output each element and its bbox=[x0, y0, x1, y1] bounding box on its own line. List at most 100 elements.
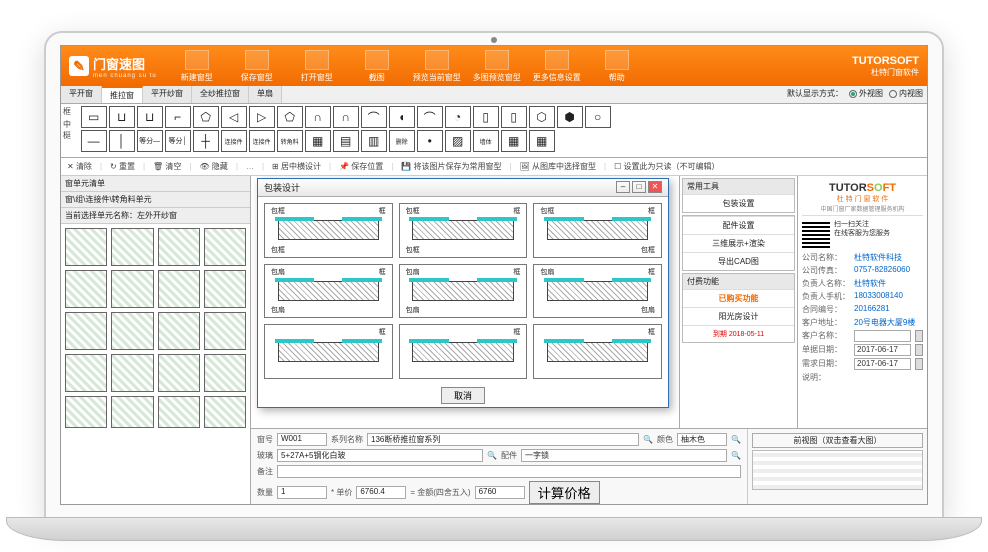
tab-full-screen-sliding[interactable]: 全纱推拉窗 bbox=[192, 86, 249, 103]
tool-save-pos[interactable]: 📌 保存位置 bbox=[339, 161, 383, 172]
mullion-h[interactable]: — bbox=[81, 130, 107, 152]
ribbon-help[interactable]: 帮助 bbox=[589, 50, 645, 83]
shape-oct[interactable]: ⬢ bbox=[557, 106, 583, 128]
need-date-input[interactable]: 2017-06-17 bbox=[854, 358, 911, 370]
packaging-option[interactable]: 包框框包框 bbox=[533, 203, 662, 258]
tool-from-library[interactable]: 🖼 从图库中选择窗型 bbox=[520, 161, 596, 172]
shape-circ[interactable]: ○ bbox=[585, 106, 611, 128]
packaging-option[interactable]: 包扇框包扇 bbox=[399, 264, 528, 319]
tool-empty[interactable]: 🗑 清空 bbox=[153, 161, 181, 172]
shape-hex[interactable]: ⬡ bbox=[529, 106, 555, 128]
tool-hide[interactable]: 👁 隐藏 bbox=[200, 161, 228, 172]
packaging-option[interactable]: 框 bbox=[264, 324, 393, 379]
window-template[interactable] bbox=[111, 270, 153, 308]
btn-sunroom[interactable]: 阳光房设计 bbox=[683, 307, 794, 325]
mullion-hatch[interactable]: ▨ bbox=[445, 130, 471, 152]
mullion-legend[interactable]: 墙体 bbox=[473, 130, 499, 152]
mullion-brick[interactable]: ▦ bbox=[501, 130, 527, 152]
mullion-conn2[interactable]: 连接件 bbox=[249, 130, 275, 152]
mullion-brick2[interactable]: ▦ bbox=[529, 130, 555, 152]
glass-input[interactable]: 5+27A+5钢化白玻 bbox=[277, 449, 483, 462]
ribbon-save[interactable]: 保存窗型 bbox=[229, 50, 285, 83]
qty-input[interactable]: 1 bbox=[277, 486, 327, 499]
minimize-icon[interactable]: – bbox=[616, 181, 630, 193]
window-template[interactable] bbox=[204, 312, 246, 350]
packaging-option[interactable]: 包扇框包扇 bbox=[264, 264, 393, 319]
note-input[interactable] bbox=[277, 465, 741, 478]
front-view-preview[interactable] bbox=[752, 450, 923, 490]
window-template[interactable] bbox=[111, 396, 153, 428]
shape-u[interactable]: ⊔ bbox=[109, 106, 135, 128]
dropdown-icon[interactable] bbox=[915, 330, 923, 342]
shape-arch3[interactable]: ⌒ bbox=[361, 106, 387, 128]
shape-half[interactable]: ◖ bbox=[389, 106, 415, 128]
mullion-eq-v[interactable]: 等分│ bbox=[165, 130, 191, 152]
window-template[interactable] bbox=[111, 312, 153, 350]
mullion-grid2[interactable]: ▤ bbox=[333, 130, 359, 152]
mullion-conn[interactable]: 连接件 bbox=[221, 130, 247, 152]
window-template[interactable] bbox=[111, 228, 153, 266]
tab-single[interactable]: 单扇 bbox=[249, 86, 282, 103]
window-template[interactable] bbox=[204, 228, 246, 266]
mullion-eq-h[interactable]: 等分— bbox=[137, 130, 163, 152]
tab-casement[interactable]: 平开窗 bbox=[61, 86, 102, 103]
series-input[interactable]: 136断桥推拉窗系列 bbox=[367, 433, 639, 446]
search-icon[interactable]: 🔍 bbox=[643, 435, 653, 444]
window-template[interactable] bbox=[204, 270, 246, 308]
order-date-input[interactable]: 2017-06-17 bbox=[854, 344, 911, 356]
tab-screen-casement[interactable]: 平开纱窗 bbox=[143, 86, 192, 103]
btn-packaging[interactable]: 包装设置 bbox=[683, 194, 794, 212]
shape-rrect[interactable]: ▯ bbox=[501, 106, 527, 128]
ribbon-multipreview[interactable]: 多图预览窗型 bbox=[469, 50, 525, 83]
mullion-cross[interactable]: ┼ bbox=[193, 130, 219, 152]
window-template[interactable] bbox=[65, 396, 107, 428]
cancel-button[interactable]: 取消 bbox=[441, 387, 485, 404]
window-template[interactable] bbox=[158, 270, 200, 308]
customer-name-input[interactable] bbox=[854, 330, 911, 342]
window-no-input[interactable]: W001 bbox=[277, 433, 327, 446]
mullion-v[interactable]: │ bbox=[109, 130, 135, 152]
ribbon-open[interactable]: 打开窗型 bbox=[289, 50, 345, 83]
btn-hardware[interactable]: 配件设置 bbox=[683, 216, 794, 234]
mullion-grid3[interactable]: ▥ bbox=[361, 130, 387, 152]
mullion-text[interactable]: 删除 bbox=[389, 130, 415, 152]
window-template[interactable] bbox=[65, 312, 107, 350]
window-template[interactable] bbox=[158, 396, 200, 428]
packaging-option[interactable]: 包框框包框 bbox=[264, 203, 393, 258]
ribbon-preview[interactable]: 预览当前窗型 bbox=[409, 50, 465, 83]
tool-reset[interactable]: ↻ 重置 bbox=[110, 161, 135, 172]
shape-tri[interactable]: ◁ bbox=[221, 106, 247, 128]
tool-save-common[interactable]: 💾 将该图片保存为常用窗型 bbox=[401, 161, 501, 172]
mullion-dot[interactable]: • bbox=[417, 130, 443, 152]
packaging-option[interactable]: 包框框包框 bbox=[399, 203, 528, 258]
shape-quad[interactable]: ◔ bbox=[445, 106, 471, 128]
packaging-option[interactable]: 包扇框包扇 bbox=[533, 264, 662, 319]
window-template[interactable] bbox=[65, 270, 107, 308]
shape-arch2[interactable]: ∩ bbox=[333, 106, 359, 128]
ribbon-new[interactable]: 新建窗型 bbox=[169, 50, 225, 83]
total-input[interactable]: 6760 bbox=[475, 486, 525, 499]
search-icon[interactable]: 🔍 bbox=[731, 451, 741, 460]
mullion-corner[interactable]: 转角料 bbox=[277, 130, 303, 152]
shape-trap[interactable]: ⬠ bbox=[193, 106, 219, 128]
btn-3d-render[interactable]: 三维展示+渲染 bbox=[683, 234, 794, 252]
window-template[interactable] bbox=[204, 354, 246, 392]
shape-lrect[interactable]: ▯ bbox=[473, 106, 499, 128]
btn-export-cad[interactable]: 导出CAD图 bbox=[683, 252, 794, 270]
view-inner-radio[interactable]: 内视图 bbox=[889, 88, 923, 99]
shape-u2[interactable]: ⊔ bbox=[137, 106, 163, 128]
search-icon[interactable]: 🔍 bbox=[487, 451, 497, 460]
window-template[interactable] bbox=[204, 396, 246, 428]
ribbon-settings[interactable]: 更多信息设置 bbox=[529, 50, 585, 83]
window-template[interactable] bbox=[65, 354, 107, 392]
tool-center-design[interactable]: ⊞ 居中横设计 bbox=[272, 161, 321, 172]
shape-open[interactable]: ⌐ bbox=[165, 106, 191, 128]
mullion-grid1[interactable]: ▦ bbox=[305, 130, 331, 152]
close-icon[interactable]: ✕ bbox=[648, 181, 662, 193]
window-template[interactable] bbox=[65, 228, 107, 266]
window-template[interactable] bbox=[158, 354, 200, 392]
shape-rect[interactable]: ▭ bbox=[81, 106, 107, 128]
maximize-icon[interactable]: □ bbox=[632, 181, 646, 193]
window-template[interactable] bbox=[158, 228, 200, 266]
shape-tri2[interactable]: ▷ bbox=[249, 106, 275, 128]
